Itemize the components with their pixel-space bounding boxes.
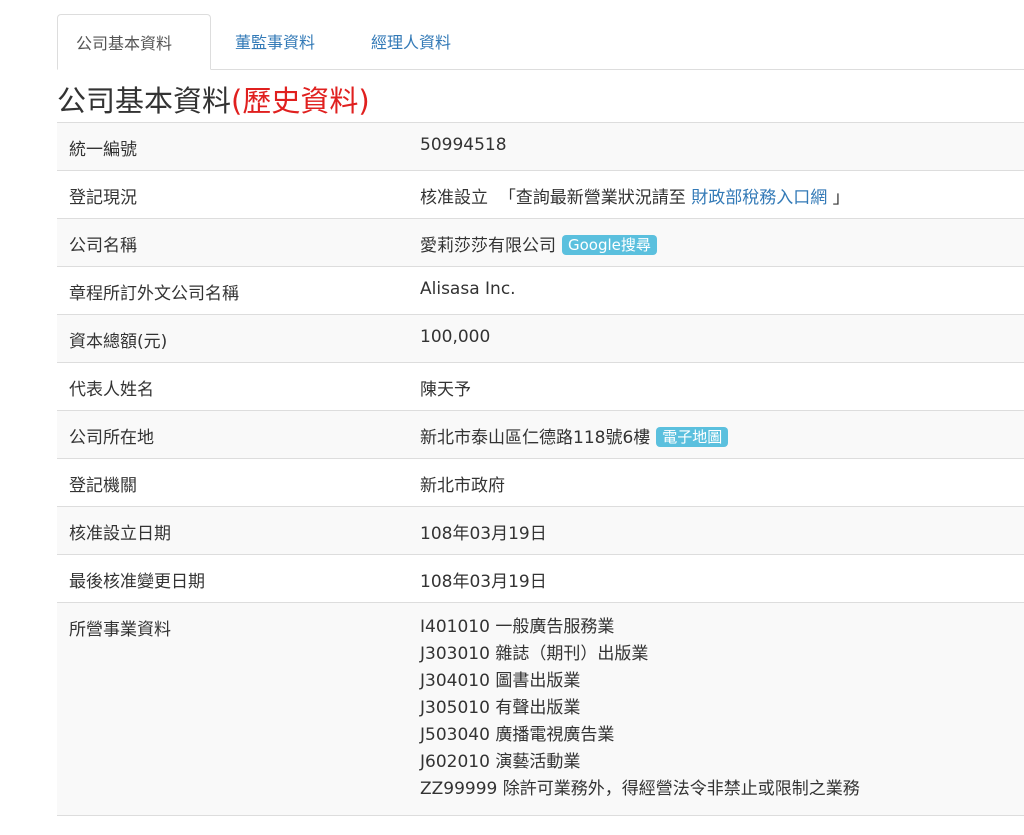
row-business: 所營事業資料 I401010 一般廣告服務業 J303010 雜誌（期刊）出版業… [57,602,1024,816]
company-info-table: 統一編號 50994518 登記現況 核准設立 「查詢最新營業狀況請至 財政部稅… [57,122,1024,816]
row-label: 公司名稱 [57,218,420,267]
map-button[interactable]: 電子地圖 [656,427,729,447]
business-list: I401010 一般廣告服務業 J303010 雜誌（期刊）出版業 J30401… [420,602,1024,816]
history-label: (歷史資料) [231,84,370,118]
row-value: 108年03月19日 [420,554,1024,603]
row-approve-date: 核准設立日期 108年03月19日 [57,506,1024,555]
row-label: 公司所在地 [57,410,420,459]
row-value: 50994518 [420,122,1024,171]
row-value: 108年03月19日 [420,506,1024,555]
row-label: 登記現況 [57,170,420,219]
company-name: 愛莉莎莎有限公司 [420,236,556,256]
row-label: 核准設立日期 [57,506,420,555]
address-text: 新北市泰山區仁德路118號6樓 [420,428,651,448]
row-value: Alisasa Inc. [420,266,1024,315]
row-authority: 登記機關 新北市政府 [57,458,1024,507]
row-id: 統一編號 50994518 [57,122,1024,171]
row-value: 核准設立 「查詢最新營業狀況請至 財政部稅務入口網 」 [420,170,1024,219]
business-item: J303010 雜誌（期刊）出版業 [420,644,649,664]
tab-directors[interactable]: 董監事資料 [217,14,333,69]
page-title-main: 公司基本資料 [57,84,232,118]
tax-portal-link[interactable]: 財政部稅務入口網 [691,188,827,208]
row-label: 所營事業資料 [57,602,420,816]
status-text: 核准設立 [420,188,488,208]
row-name: 公司名稱 愛莉莎莎有限公司 Google搜尋 [57,218,1024,267]
row-value: 新北市泰山區仁德路118號6樓 電子地圖 [420,410,1024,459]
business-item: I401010 一般廣告服務業 [420,617,615,637]
business-item: J602010 演藝活動業 [420,752,581,772]
tab-company-basic[interactable]: 公司基本資料 [57,14,211,70]
row-value: 新北市政府 [420,458,1024,507]
business-item: J503040 廣播電視廣告業 [420,725,615,745]
business-item: J305010 有聲出版業 [420,698,581,718]
row-label: 代表人姓名 [57,362,420,411]
tab-managers[interactable]: 經理人資料 [353,14,469,69]
google-search-button[interactable]: Google搜尋 [562,235,657,255]
status-note-pre: 「查詢最新營業狀況請至 [498,188,686,208]
row-status: 登記現況 核准設立 「查詢最新營業狀況請至 財政部稅務入口網 」 [57,170,1024,219]
row-change-date: 最後核准變更日期 108年03月19日 [57,554,1024,603]
status-note-post: 」 [832,188,850,208]
page-title: 公司基本資料(歷史資料) [57,78,370,120]
row-value: 陳天予 [420,362,1024,411]
row-foreign-name: 章程所訂外文公司名稱 Alisasa Inc. [57,266,1024,315]
row-label: 最後核准變更日期 [57,554,420,603]
row-label: 章程所訂外文公司名稱 [57,266,420,315]
business-item: J304010 圖書出版業 [420,671,581,691]
row-representative: 代表人姓名 陳天予 [57,362,1024,411]
row-value: 100,000 [420,314,1024,363]
business-item: ZZ99999 除許可業務外，得經營法令非禁止或限制之業務 [420,779,860,799]
row-value: 愛莉莎莎有限公司 Google搜尋 [420,218,1024,267]
tab-bar: 公司基本資料 董監事資料 經理人資料 [57,14,1024,70]
row-label: 統一編號 [57,122,420,171]
row-label: 登記機關 [57,458,420,507]
row-label: 資本總額(元) [57,314,420,363]
row-address: 公司所在地 新北市泰山區仁德路118號6樓 電子地圖 [57,410,1024,459]
row-capital: 資本總額(元) 100,000 [57,314,1024,363]
